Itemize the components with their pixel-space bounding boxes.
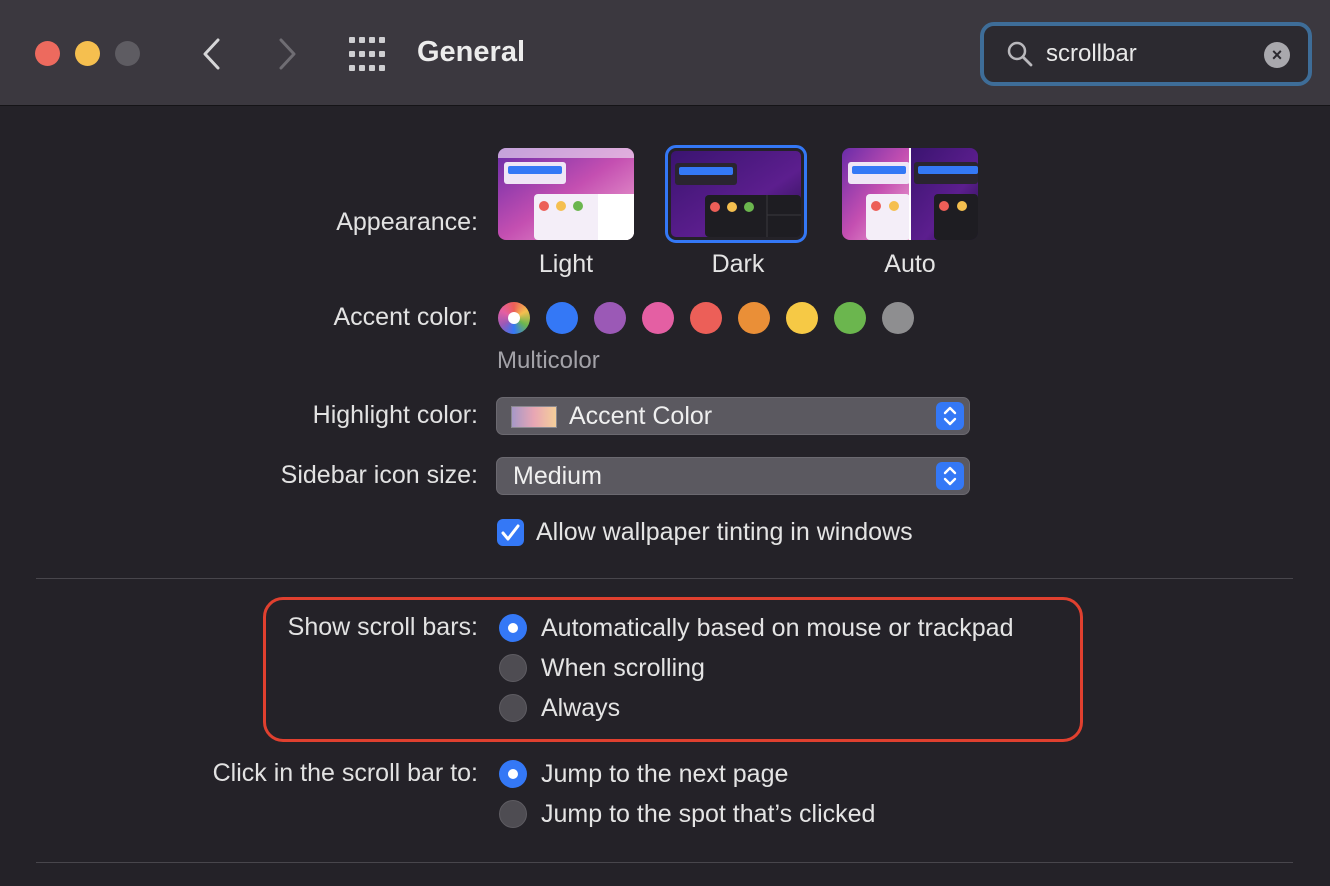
accent-blue-swatch[interactable] — [546, 302, 578, 334]
clear-search-icon[interactable]: × — [1264, 42, 1290, 68]
light-mode-preview-icon — [498, 148, 634, 240]
accent-color-caption: Multicolor — [497, 347, 600, 374]
appearance-dark-label: Dark — [711, 250, 765, 278]
scroll-bars-when-scrolling-label: When scrolling — [541, 654, 705, 682]
appearance-auto-thumbnail[interactable] — [842, 148, 978, 240]
sidebar-icon-size-popup[interactable]: Medium — [496, 457, 970, 495]
checkmark-icon — [501, 524, 520, 541]
show-scroll-bars-label: Show scroll bars: — [287, 613, 478, 641]
click-spot-radio[interactable] — [499, 800, 527, 828]
click-next-page-radio[interactable] — [499, 760, 527, 788]
scroll-bars-when-scrolling-radio[interactable] — [499, 654, 527, 682]
highlight-color-label: Highlight color: — [312, 401, 478, 429]
auto-mode-preview-icon — [842, 148, 978, 240]
appearance-light-label: Light — [538, 250, 594, 278]
accent-yellow-swatch[interactable] — [786, 302, 818, 334]
window-titlebar: General × — [0, 0, 1330, 106]
appearance-auto-label: Auto — [884, 250, 936, 278]
minimize-window-button[interactable] — [75, 41, 100, 66]
scroll-bars-always-radio[interactable] — [499, 694, 527, 722]
accent-orange-swatch[interactable] — [738, 302, 770, 334]
search-input[interactable] — [1046, 36, 1246, 72]
wallpaper-tinting-label: Allow wallpaper tinting in windows — [536, 518, 913, 546]
show-all-grid-icon[interactable] — [349, 37, 387, 71]
click-scroll-bar-label: Click in the scroll bar to: — [212, 759, 478, 787]
search-field[interactable]: × — [980, 22, 1312, 86]
window-title: General — [417, 36, 525, 68]
popup-arrows-icon — [936, 462, 964, 490]
close-window-button[interactable] — [35, 41, 60, 66]
click-spot-label: Jump to the spot that’s clicked — [541, 800, 876, 828]
search-icon — [1007, 41, 1033, 67]
section-divider — [36, 862, 1293, 863]
accent-pink-swatch[interactable] — [642, 302, 674, 334]
dark-mode-preview-icon — [671, 151, 801, 237]
accent-multicolor-swatch[interactable] — [498, 302, 530, 334]
appearance-dark-thumbnail[interactable] — [665, 145, 807, 243]
section-divider — [36, 578, 1293, 579]
highlight-color-preview — [511, 406, 557, 428]
sidebar-icon-size-label: Sidebar icon size: — [280, 461, 478, 489]
zoom-window-button[interactable] — [115, 41, 140, 66]
sidebar-icon-size-value: Medium — [513, 462, 602, 490]
accent-red-swatch[interactable] — [690, 302, 722, 334]
highlight-color-popup[interactable]: Accent Color — [496, 397, 970, 435]
forward-button[interactable] — [272, 36, 302, 72]
accent-graphite-swatch[interactable] — [882, 302, 914, 334]
chevron-left-icon — [203, 38, 220, 70]
scroll-bars-always-label: Always — [541, 694, 621, 722]
appearance-label: Appearance: — [336, 208, 478, 236]
accent-color-label: Accent color: — [333, 303, 478, 331]
popup-arrows-icon — [936, 402, 964, 430]
accent-purple-swatch[interactable] — [594, 302, 626, 334]
scroll-bars-automatic-radio[interactable] — [499, 614, 527, 642]
accent-green-swatch[interactable] — [834, 302, 866, 334]
chevron-right-icon — [279, 38, 296, 70]
scroll-bars-automatic-label: Automatically based on mouse or trackpad — [541, 614, 1014, 642]
wallpaper-tinting-checkbox[interactable] — [497, 519, 524, 546]
click-next-page-label: Jump to the next page — [541, 760, 789, 788]
back-button[interactable] — [197, 36, 227, 72]
highlight-color-value: Accent Color — [569, 402, 713, 430]
appearance-light-thumbnail[interactable] — [498, 148, 634, 240]
